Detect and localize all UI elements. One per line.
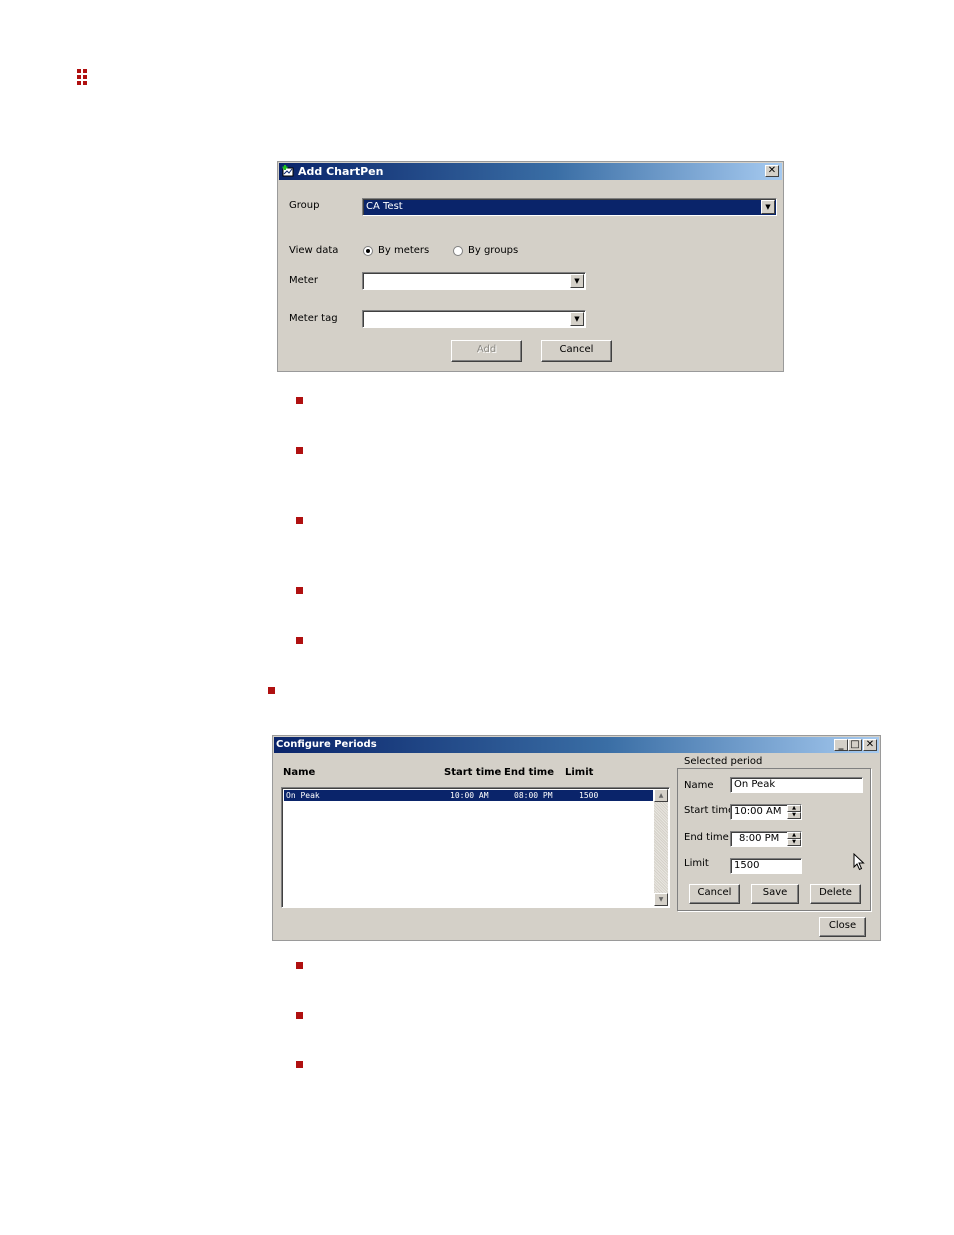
group-selected-value: CA Test: [366, 201, 403, 212]
meter-label: Meter: [289, 275, 318, 286]
dialog-titlebar[interactable]: Add ChartPen ✕: [279, 163, 782, 180]
radio-by-groups-label[interactable]: By groups: [468, 245, 518, 256]
vertical-scrollbar[interactable]: ▲ ▼: [654, 789, 668, 906]
close-button[interactable]: ✕: [765, 165, 779, 177]
column-header-start-time[interactable]: Start time: [444, 767, 501, 778]
spin-up-icon[interactable]: ▲: [787, 805, 801, 812]
radio-selected-dot: [366, 249, 370, 253]
list-bullet: [296, 587, 303, 594]
column-header-end-time[interactable]: End time: [504, 767, 554, 778]
period-cancel-button[interactable]: Cancel: [689, 884, 740, 904]
list-bullet: [296, 1061, 303, 1068]
radio-by-groups[interactable]: [453, 246, 463, 256]
list-bullet: [296, 637, 303, 644]
mouse-cursor-icon: [853, 852, 865, 874]
spin-down-icon[interactable]: ▼: [787, 839, 801, 846]
dialog-title: Configure Periods: [276, 739, 377, 750]
dialog-title: Add ChartPen: [298, 165, 384, 178]
scroll-down-icon[interactable]: ▼: [654, 893, 668, 906]
view-data-label: View data: [289, 245, 339, 256]
list-bullet: [296, 962, 303, 969]
cell-name: On Peak: [286, 791, 320, 800]
chevron-down-icon[interactable]: ▼: [570, 274, 584, 288]
list-bullet: [296, 447, 303, 454]
close-button[interactable]: ✕: [863, 739, 877, 751]
save-button[interactable]: Save: [751, 884, 799, 904]
close-dialog-button[interactable]: Close: [819, 917, 866, 937]
group-title: Selected period: [683, 756, 764, 767]
radio-by-meters-label[interactable]: By meters: [378, 245, 429, 256]
close-icon: ✕: [767, 165, 777, 176]
radio-by-meters[interactable]: [363, 246, 373, 256]
close-icon: ✕: [865, 739, 875, 750]
list-bullet: [296, 397, 303, 404]
list-bullet: [296, 517, 303, 524]
column-header-name[interactable]: Name: [283, 767, 315, 778]
add-button[interactable]: Add: [451, 340, 522, 362]
maximize-icon: □: [850, 739, 860, 750]
start-time-label: Start time: [684, 805, 735, 816]
spin-down-icon[interactable]: ▼: [787, 812, 801, 819]
name-label: Name: [684, 780, 714, 791]
column-header-limit[interactable]: Limit: [565, 767, 593, 778]
document-logo-icon: [77, 69, 89, 85]
name-field[interactable]: On Peak: [730, 777, 863, 793]
table-row[interactable]: On Peak 10:00 AM 08:00 PM 1500: [284, 790, 653, 801]
dialog-titlebar[interactable]: Configure Periods _ □ ✕: [274, 737, 879, 753]
chevron-down-icon[interactable]: ▼: [570, 312, 584, 326]
meter-tag-dropdown[interactable]: ▼: [362, 310, 586, 328]
add-chartpen-dialog: Add ChartPen ✕ Group CA Test ▼ View data…: [277, 161, 784, 372]
cell-start: 10:00 AM: [450, 791, 489, 800]
meter-dropdown[interactable]: ▼: [362, 272, 586, 290]
limit-field[interactable]: 1500: [730, 858, 802, 874]
configure-periods-dialog: Configure Periods _ □ ✕ Name Start time …: [272, 735, 881, 941]
start-time-field[interactable]: 10:00 AM ▲ ▼: [730, 804, 802, 820]
chartpen-icon: [282, 165, 295, 177]
meter-tag-label: Meter tag: [289, 313, 338, 324]
group-label: Group: [289, 200, 320, 211]
cell-end: 08:00 PM: [514, 791, 553, 800]
end-time-label: End time: [684, 832, 729, 843]
periods-list[interactable]: On Peak 10:00 AM 08:00 PM 1500 ▲ ▼: [281, 787, 670, 908]
cancel-button[interactable]: Cancel: [541, 340, 612, 362]
chevron-down-icon[interactable]: ▼: [761, 200, 775, 214]
spin-up-icon[interactable]: ▲: [787, 832, 801, 839]
scroll-up-icon[interactable]: ▲: [654, 789, 668, 802]
minimize-button[interactable]: _: [834, 739, 848, 751]
limit-label: Limit: [684, 858, 709, 869]
end-time-value: 8:00 PM: [739, 833, 780, 844]
list-bullet: [296, 1012, 303, 1019]
list-bullet: [268, 687, 275, 694]
start-time-value: 10:00 AM: [734, 806, 782, 817]
maximize-button[interactable]: □: [848, 739, 862, 751]
end-time-field[interactable]: 8:00 PM ▲ ▼: [730, 831, 802, 847]
cell-limit: 1500: [579, 791, 599, 800]
delete-button[interactable]: Delete: [810, 884, 861, 904]
group-dropdown[interactable]: CA Test ▼: [362, 198, 777, 216]
minimize-icon: _: [838, 739, 844, 750]
